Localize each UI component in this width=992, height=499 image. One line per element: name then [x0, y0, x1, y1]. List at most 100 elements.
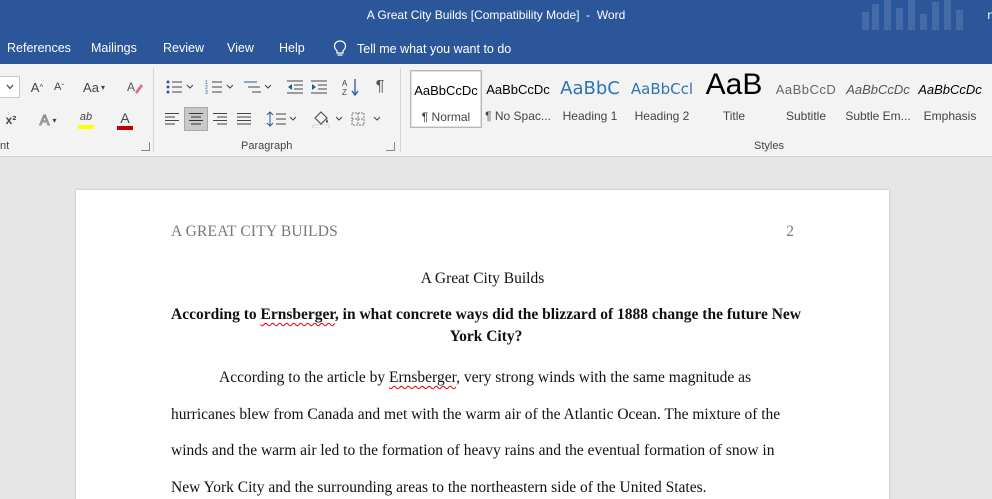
styles-gallery: AaBbCcDc ¶ Normal AaBbCcDc ¶ No Spac... …: [408, 68, 992, 130]
align-right-button[interactable]: [210, 108, 230, 130]
document-page[interactable]: A GREAT CITY BUILDS 2 A Great City Build…: [76, 190, 889, 499]
increase-indent-icon: [311, 80, 327, 94]
eraser-icon: A: [127, 80, 143, 94]
grow-font-button[interactable]: A ^: [27, 78, 47, 96]
user-account[interactable]: n: [987, 8, 992, 22]
style-heading-1[interactable]: AaBbC Heading 1: [554, 70, 626, 128]
pilcrow-icon: ¶: [375, 78, 385, 95]
font-color-button[interactable]: A: [109, 108, 141, 132]
style-subtitle[interactable]: AaBbCcD Subtitle: [770, 70, 842, 128]
paint-bucket-icon: [312, 111, 342, 128]
style-emphasis-preview: AaBbCcDc: [918, 82, 982, 97]
style-heading-2-preview: AaBbCcl: [630, 80, 694, 98]
tab-mailings[interactable]: Mailings: [91, 41, 137, 55]
bullets-button[interactable]: [162, 76, 196, 98]
shrink-font-icon: A: [53, 81, 62, 93]
tab-review[interactable]: Review: [163, 41, 204, 55]
align-right-icon: [213, 113, 227, 125]
style-no-spacing-label: ¶ No Spac...: [485, 109, 551, 123]
multilevel-list-icon: [244, 81, 271, 93]
style-emphasis-label: Emphasis: [923, 109, 977, 123]
change-case-icon: Aa: [83, 79, 99, 95]
style-heading-1-preview: AaBbC: [560, 78, 620, 99]
decrease-indent-button[interactable]: [284, 76, 306, 98]
style-subtitle-preview: AaBbCcD: [775, 82, 837, 97]
highlight-color-swatch: [78, 124, 94, 129]
text-effects-icon: A: [39, 111, 50, 129]
show-formatting-marks-button[interactable]: ¶: [370, 76, 390, 98]
increase-indent-button[interactable]: [308, 76, 330, 98]
style-subtle-emphasis[interactable]: AaBbCcDc Subtle Em...: [842, 70, 914, 128]
borders-icon: [351, 112, 380, 126]
decrease-indent-icon: [287, 80, 303, 94]
paragraph-dialog-launcher[interactable]: [386, 142, 395, 151]
superscript-button[interactable]: x²: [2, 110, 20, 130]
tab-references[interactable]: References: [7, 41, 71, 55]
line-spacing-button[interactable]: [264, 108, 298, 130]
page-number: 2: [786, 223, 794, 240]
font-size-dropdown[interactable]: [0, 76, 20, 98]
paragraph-group-label: Paragraph: [241, 140, 293, 152]
style-subtle-emphasis-preview: AaBbCcDc: [846, 82, 910, 97]
paragraph-text-start: According to the article by: [219, 369, 390, 386]
misspelled-word[interactable]: Ernsberger: [261, 306, 335, 323]
align-center-icon: [189, 113, 203, 125]
styles-group-label: Styles: [754, 140, 784, 152]
question-heading: According to Ernsberger, in what concret…: [171, 304, 801, 348]
numbering-icon: 123: [205, 80, 233, 95]
font-dialog-launcher[interactable]: [141, 142, 150, 151]
ribbon: A ^ Aˇ Aa ▾ A x² A ▾ ab A nt 123 A Z ¶ P…: [0, 64, 992, 157]
grow-font-icon: A: [30, 79, 40, 95]
style-subtitle-label: Subtitle: [785, 109, 827, 123]
tab-view[interactable]: View: [227, 41, 254, 55]
paragraph-text-end: , very strong winds with the same magnit…: [171, 369, 781, 496]
style-heading-2-label: Heading 2: [634, 109, 690, 123]
document-name: A Great City Builds [Compatibility Mode]: [366, 8, 580, 22]
style-no-spacing[interactable]: AaBbCcDc ¶ No Spac...: [482, 70, 554, 128]
style-no-spacing-preview: AaBbCcDc: [486, 82, 550, 97]
style-heading-2[interactable]: AaBbCcl Heading 2: [626, 70, 698, 128]
line-spacing-icon: [266, 111, 296, 127]
question-text-start: According to: [171, 306, 261, 323]
highlight-button[interactable]: ab: [70, 108, 102, 132]
align-left-button[interactable]: [162, 108, 182, 130]
align-center-button[interactable]: [184, 107, 208, 131]
style-emphasis[interactable]: AaBbCcDc Emphasis: [914, 70, 986, 128]
title-bar-pattern: [860, 0, 970, 30]
running-header: A GREAT CITY BUILDS: [171, 223, 338, 240]
group-divider: [400, 68, 401, 152]
font-group-label: nt: [0, 140, 10, 152]
highlighter-icon: ab: [79, 110, 93, 123]
chevron-down-icon: [6, 84, 13, 90]
lightbulb-icon: [333, 40, 347, 56]
font-color-swatch: [117, 125, 133, 130]
bullets-icon: [166, 80, 193, 94]
style-title[interactable]: AaB Title: [698, 68, 770, 128]
ribbon-tabs: References Mailings Review View Help Tel…: [0, 32, 992, 64]
tab-help[interactable]: Help: [279, 41, 305, 55]
justify-button[interactable]: [234, 108, 254, 130]
document-title: A Great City Builds: [420, 270, 545, 287]
sort-button[interactable]: A Z: [340, 76, 362, 98]
multilevel-list-button[interactable]: [240, 76, 274, 98]
style-title-label: Title: [722, 109, 746, 123]
tell-me-search[interactable]: Tell me what you want to do: [333, 40, 511, 57]
svg-text:3: 3: [205, 90, 208, 95]
borders-button[interactable]: [348, 108, 382, 130]
justify-icon: [237, 113, 251, 125]
superscript-icon: x²: [5, 113, 17, 127]
clear-formatting-button[interactable]: A: [125, 76, 145, 98]
body-paragraph: According to the article by Ernsberger, …: [171, 360, 801, 499]
style-heading-1-label: Heading 1: [562, 109, 618, 123]
question-text-end: , in what concrete ways did the blizzard…: [334, 306, 802, 345]
change-case-button[interactable]: Aa ▾: [80, 78, 108, 96]
group-divider: [153, 68, 154, 152]
text-effects-button[interactable]: A ▾: [32, 110, 64, 130]
shading-button[interactable]: [310, 108, 344, 130]
numbering-button[interactable]: 123: [202, 76, 236, 98]
style-normal[interactable]: AaBbCcDc ¶ Normal: [410, 70, 482, 128]
misspelled-word[interactable]: Ernsberger: [389, 369, 456, 386]
shrink-font-button[interactable]: Aˇ: [50, 78, 68, 96]
align-left-icon: [165, 113, 179, 125]
style-title-preview: AaB: [705, 68, 763, 101]
